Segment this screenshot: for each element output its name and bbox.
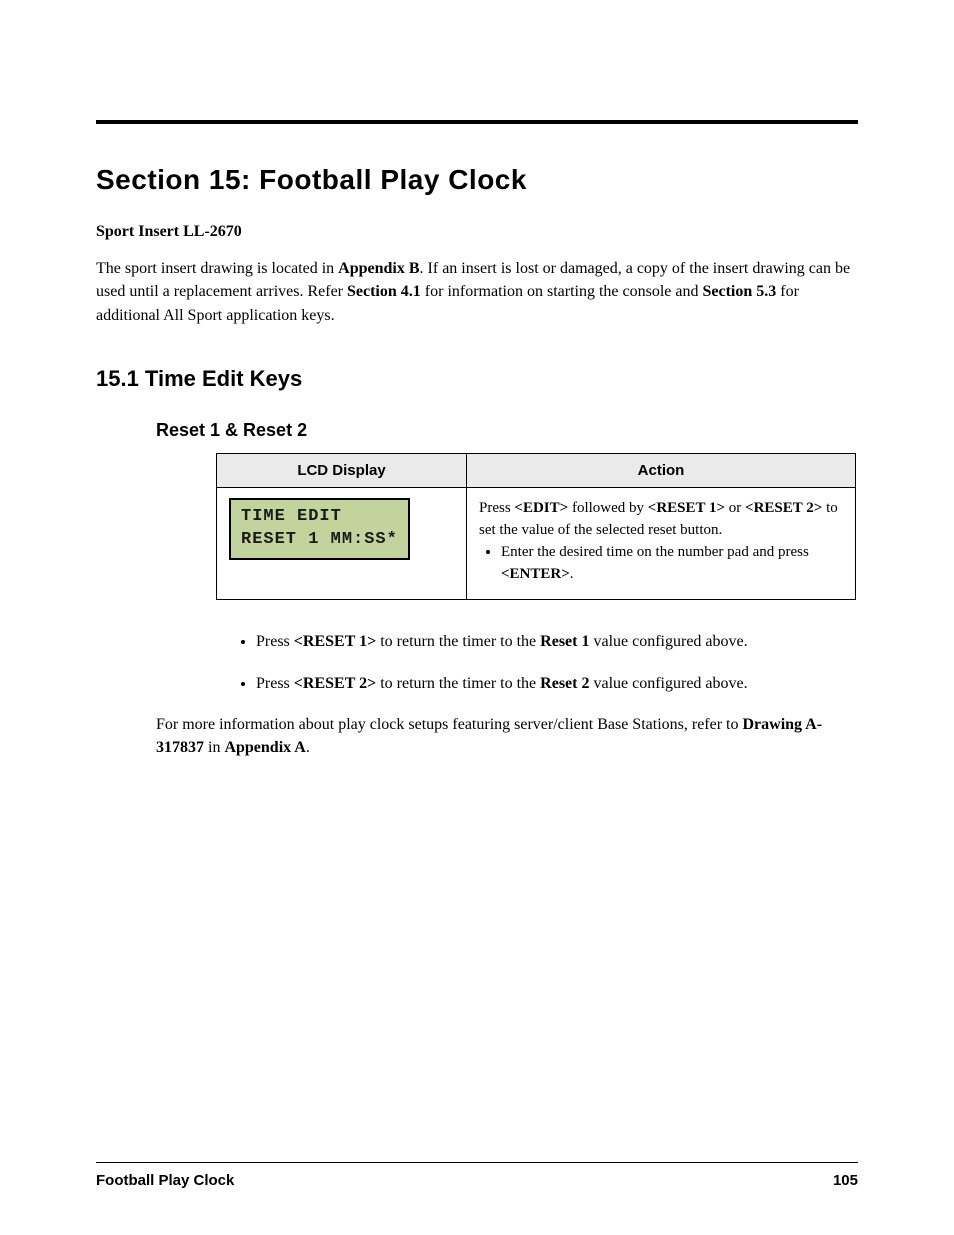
lcd-action-table: LCD Display Action TIME EDIT RESET 1 MM:…: [216, 453, 856, 601]
th-lcd: LCD Display: [217, 453, 467, 488]
intro-paragraph: The sport insert drawing is located in A…: [96, 257, 858, 327]
closing-paragraph: For more information about play clock se…: [156, 713, 858, 759]
page: Section 15: Football Play Clock Sport In…: [0, 0, 954, 1235]
footer-right: 105: [833, 1172, 858, 1189]
list-item: Enter the desired time on the number pad…: [501, 542, 843, 586]
reset-bullets: Press <RESET 1> to return the timer to t…: [156, 630, 858, 694]
action-bullets: Enter the desired time on the number pad…: [479, 542, 843, 586]
lcd-display: TIME EDIT RESET 1 MM:SS*: [229, 498, 410, 560]
heading-reset-1-2: Reset 1 & Reset 2: [156, 417, 858, 443]
section-rule: [96, 120, 858, 124]
body: Sport Insert LL-2670 The sport insert dr…: [96, 220, 858, 759]
heading-15-1: 15.1 Time Edit Keys: [96, 363, 858, 395]
footer-rule: [96, 1162, 858, 1163]
section-heading: Section 15: Football Play Clock: [96, 164, 858, 196]
td-action: Press <EDIT> followed by <RESET 1> or <R…: [467, 488, 856, 600]
sport-insert-bold: Sport Insert LL-2670: [96, 223, 242, 240]
section-title: Football Play Clock: [259, 164, 527, 195]
table-header-row: LCD Display Action: [217, 453, 856, 488]
section-number: Section 15:: [96, 164, 251, 195]
footer-left: Football Play Clock: [96, 1172, 234, 1189]
td-lcd: TIME EDIT RESET 1 MM:SS*: [217, 488, 467, 600]
list-item: Press <RESET 2> to return the timer to t…: [256, 672, 858, 695]
footer: Football Play Clock 105: [96, 1172, 858, 1189]
table-row: TIME EDIT RESET 1 MM:SS* Press <EDIT> fo…: [217, 488, 856, 600]
th-action: Action: [467, 453, 856, 488]
list-item: Press <RESET 1> to return the timer to t…: [256, 630, 858, 653]
